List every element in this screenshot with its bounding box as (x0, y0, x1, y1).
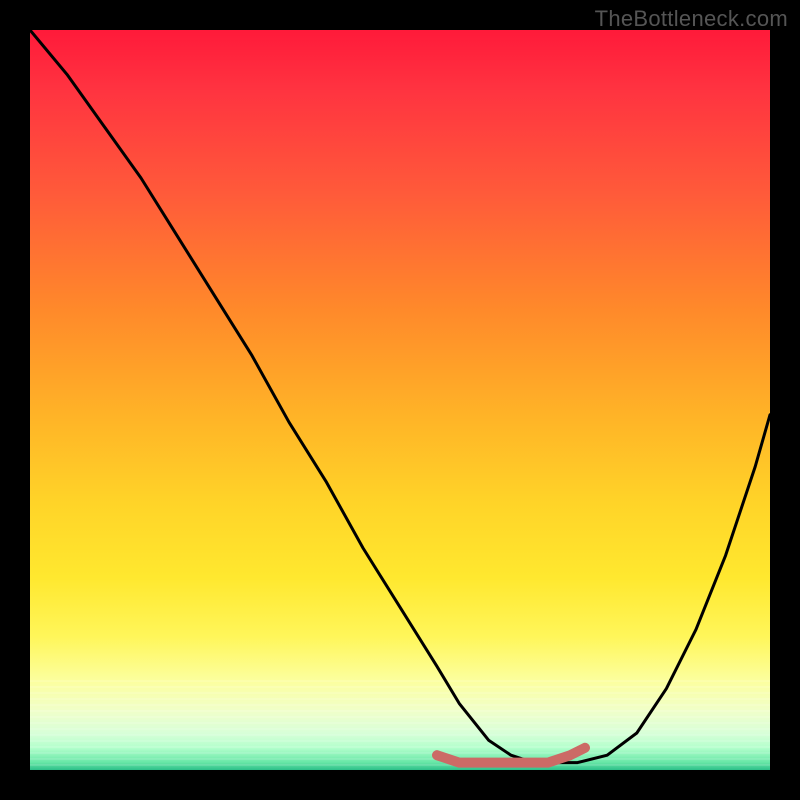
bottleneck-curve (30, 30, 770, 763)
plot-area (30, 30, 770, 770)
curve-layer (30, 30, 770, 770)
chart-frame: TheBottleneck.com (0, 0, 800, 800)
attribution-watermark: TheBottleneck.com (595, 6, 788, 32)
